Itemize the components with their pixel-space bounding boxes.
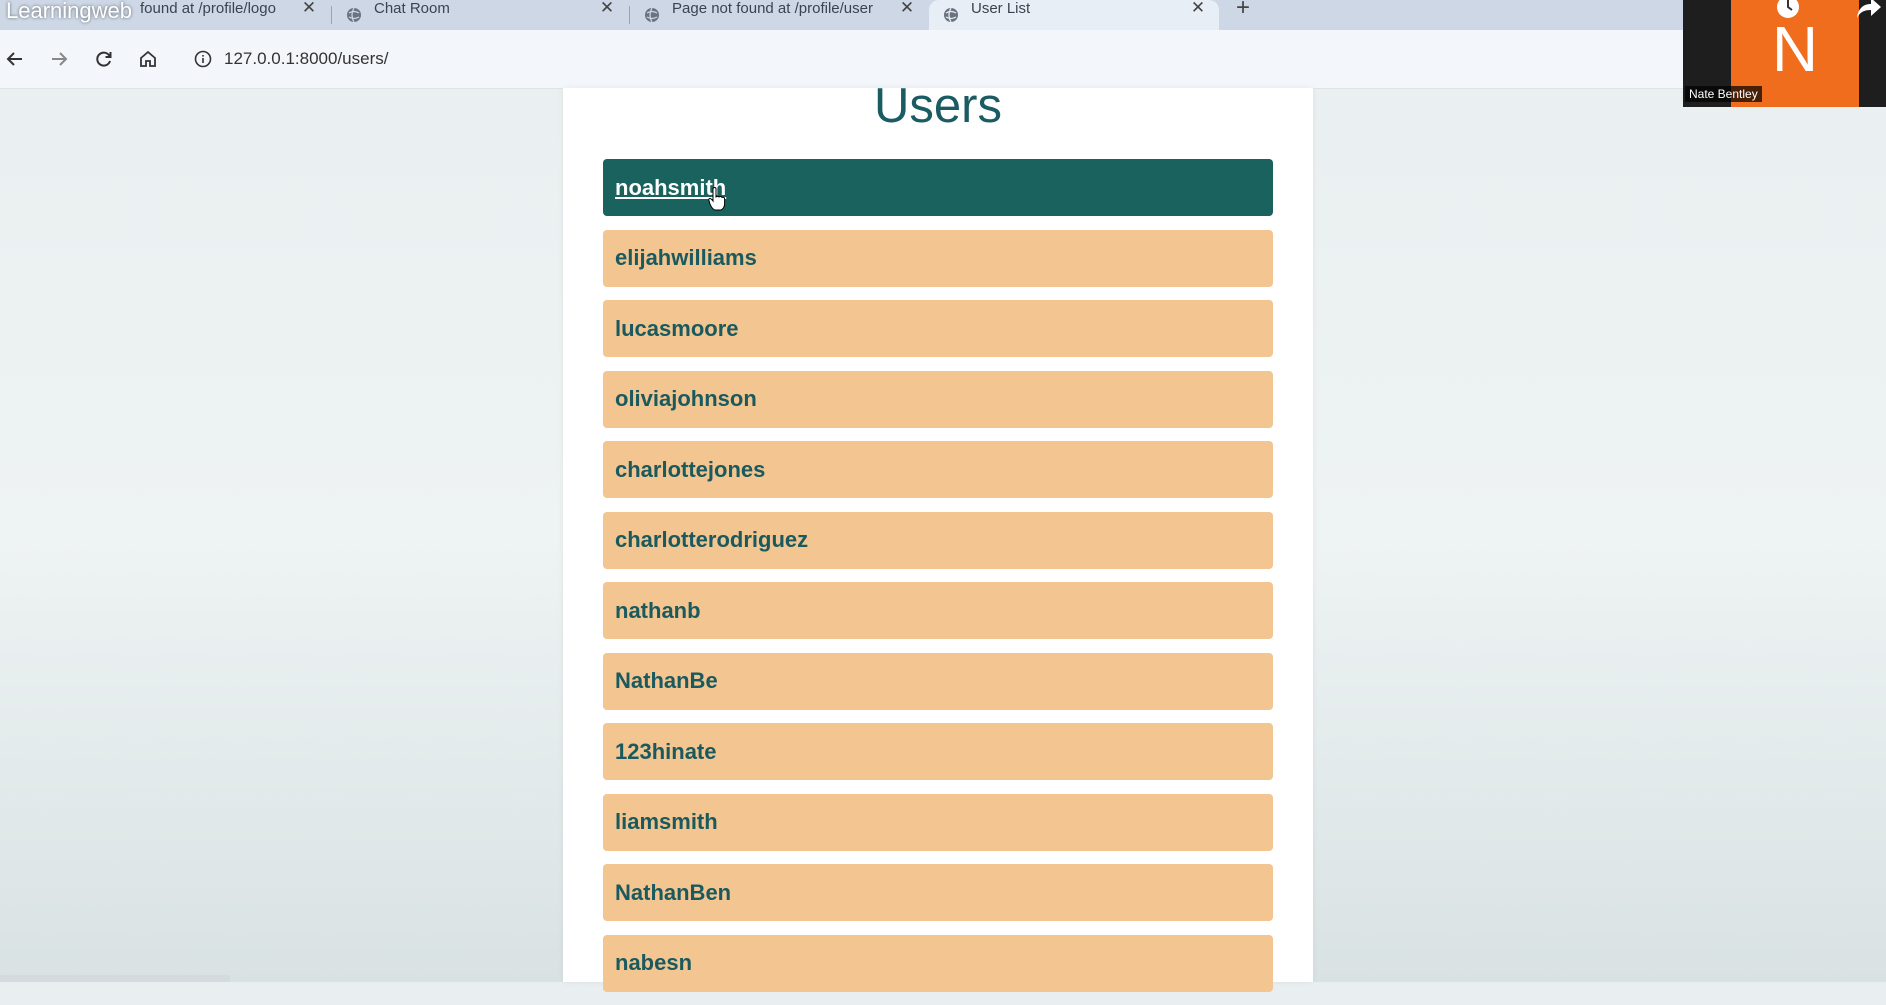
close-tab-icon[interactable]: ✕ [596, 0, 618, 18]
user-link[interactable]: nathanb [615, 598, 701, 624]
address-bar[interactable]: 127.0.0.1:8000/users/ [184, 40, 1684, 78]
tab-chat-room[interactable]: Chat Room ✕ [332, 0, 628, 30]
webcam-overlay: N Nate Bentley [1683, 0, 1886, 107]
tab-title: Chat Room [374, 0, 450, 17]
globe-icon [645, 7, 659, 23]
user-list-item[interactable]: lucasmoore [603, 300, 1273, 357]
user-link[interactable]: charlotterodriguez [615, 527, 808, 553]
tab-page-not-found[interactable]: Page not found at /profile/user ✕ [630, 0, 928, 30]
share-icon[interactable] [1855, 0, 1883, 20]
user-list-item[interactable]: NathanBen [603, 864, 1273, 921]
site-info-icon[interactable] [194, 50, 212, 68]
user-link[interactable]: 123hinate [615, 739, 717, 765]
user-link[interactable]: charlottejones [615, 457, 765, 483]
close-tab-icon[interactable]: ✕ [298, 0, 320, 18]
user-list-item[interactable]: charlotterodriguez [603, 511, 1273, 569]
user-list-item[interactable]: oliviajohnson [603, 370, 1273, 428]
user-list-item[interactable]: elijahwilliams [603, 229, 1273, 287]
user-link[interactable]: nabesn [615, 950, 692, 976]
user-list-item[interactable]: nabesn [603, 934, 1273, 992]
user-link[interactable]: NathanBen [615, 880, 731, 906]
user-link[interactable]: lucasmoore [615, 316, 739, 342]
tab-strip: Learningweb found at /profile/logo ✕ Cha… [0, 0, 1886, 30]
forward-icon[interactable] [44, 44, 74, 74]
close-tab-icon[interactable]: ✕ [1187, 0, 1209, 18]
home-icon[interactable] [133, 44, 163, 74]
user-link[interactable]: elijahwilliams [615, 245, 757, 271]
user-link[interactable]: liamsmith [615, 809, 718, 835]
hand-cursor-icon [708, 187, 726, 211]
user-list-item[interactable]: 123hinate [603, 723, 1273, 780]
globe-icon [347, 7, 361, 23]
tab-title: Page not found at /profile/user [672, 0, 873, 17]
user-list: noahsmith elijahwilliams lucasmoore oliv… [603, 159, 1273, 1005]
tab-user-list[interactable]: User List ✕ [929, 0, 1219, 30]
participant-initial: N [1771, 13, 1819, 85]
user-list-item[interactable]: noahsmith [603, 159, 1273, 216]
clock-icon[interactable] [1775, 0, 1801, 20]
page-title: Users [874, 79, 1002, 133]
user-list-item[interactable]: liamsmith [603, 793, 1273, 851]
video-title: Learningweb [6, 0, 132, 23]
back-icon[interactable] [0, 44, 30, 74]
user-list-item[interactable]: NathanBe [603, 652, 1273, 710]
globe-icon [944, 7, 958, 23]
participant-name: Nate Bentley [1685, 86, 1762, 102]
url-text[interactable]: 127.0.0.1:8000/users/ [224, 49, 388, 69]
users-card: Users noahsmith elijahwilliams lucasmoor… [563, 79, 1313, 992]
tab-title: User List [971, 0, 1031, 17]
status-bar [0, 975, 230, 982]
user-link[interactable]: oliviajohnson [615, 386, 757, 412]
new-tab-icon[interactable]: + [1236, 0, 1250, 22]
close-tab-icon[interactable]: ✕ [896, 0, 918, 18]
user-list-item[interactable]: nathanb [603, 582, 1273, 639]
user-list-item[interactable]: charlottejones [603, 441, 1273, 498]
reload-icon[interactable] [89, 44, 119, 74]
user-link[interactable]: NathanBe [615, 668, 718, 694]
